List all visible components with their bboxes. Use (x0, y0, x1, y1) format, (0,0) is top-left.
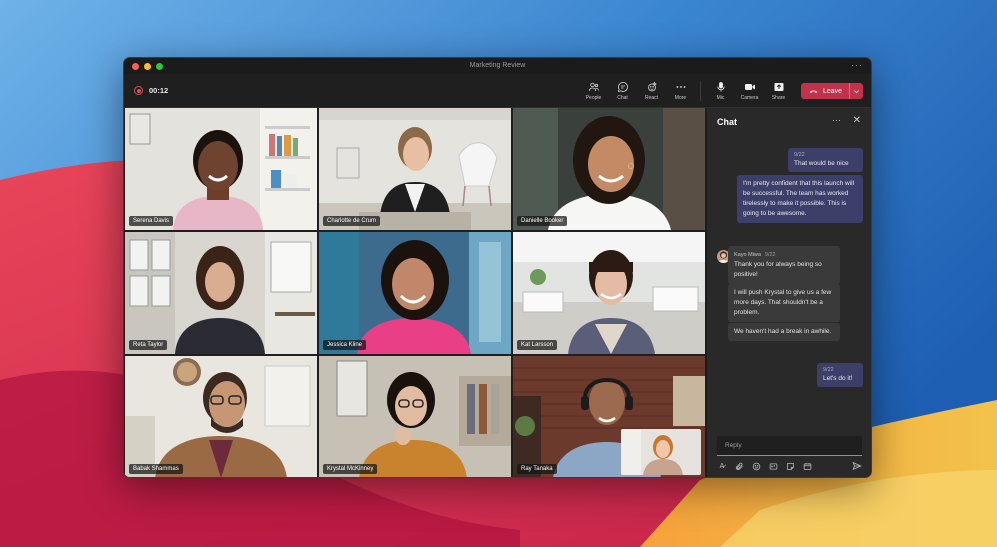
message-text: Let's do it! (823, 375, 853, 382)
emoji-icon[interactable] (751, 461, 761, 471)
chat-message: I will push Krystal to give us a few mor… (728, 284, 840, 322)
recording-icon (134, 86, 143, 95)
message-text: I'm pretty confident that this launch wi… (743, 180, 855, 217)
chat-icon (617, 82, 628, 93)
chat-panel: Chat ··· ✕ 9/22 That would be nice I'm p… (706, 108, 871, 477)
participant-tile[interactable]: Reta Taylor (125, 232, 317, 354)
chat-header: Chat ··· ✕ (707, 108, 871, 136)
video-feed (125, 232, 317, 354)
chat-message: We haven't had a break in awhile. (728, 323, 840, 341)
share-button[interactable]: Share (764, 81, 793, 101)
participant-tile[interactable]: Babak Shammas (125, 356, 317, 477)
close-icon[interactable]: ✕ (853, 115, 861, 126)
chat-title: Chat (717, 117, 737, 127)
leave-button[interactable]: Leave (801, 83, 863, 99)
participant-tile[interactable]: Serena Davis (125, 108, 317, 230)
more-icon (676, 86, 685, 88)
self-view-video[interactable] (621, 429, 701, 475)
message-text: Thank you for always being so positive! (734, 261, 822, 278)
video-feed (513, 108, 705, 230)
mic-label: Mic (716, 95, 725, 101)
video-feed (319, 108, 511, 230)
camera-icon (744, 84, 755, 90)
schedule-icon[interactable] (802, 461, 812, 471)
participant-name: Reta Taylor (129, 340, 168, 350)
react-button[interactable]: React (637, 81, 666, 101)
sticker-icon[interactable] (785, 461, 795, 471)
compose-toolbar: A̷ (717, 460, 862, 472)
chat-label: Chat (617, 95, 628, 101)
meeting-controls: People Chat React More Mic Camera Share … (579, 74, 863, 108)
more-options-icon[interactable]: ··· (851, 60, 863, 70)
title-bar: Marketing Review ··· (124, 58, 871, 74)
video-feed (319, 232, 511, 354)
participant-name: Charlotte de Crum (323, 216, 381, 226)
leave-label: Leave (823, 87, 843, 95)
camera-label: Camera (740, 95, 759, 101)
message-header: Kayo Miwa 9/22 (734, 250, 834, 260)
chat-button[interactable]: Chat (608, 81, 637, 101)
chat-message: 9/22 Let's do it! (817, 363, 863, 387)
chevron-down-icon (854, 89, 859, 93)
participant-name: Danielle Booker (517, 216, 568, 226)
participant-tile[interactable]: Jessica Kline (319, 232, 511, 354)
share-label: Share (771, 95, 786, 101)
participant-tile[interactable]: Danielle Booker (513, 108, 705, 230)
message-time: 9/22 (823, 367, 834, 373)
participant-tile[interactable]: Charlotte de Crum (319, 108, 511, 230)
send-icon[interactable] (852, 461, 862, 471)
participant-name: Krystal McKinney (323, 464, 378, 474)
message-time: 9/22 (794, 152, 805, 158)
camera-button[interactable]: Camera (735, 81, 764, 101)
message-text: That would be nice (794, 160, 849, 167)
chat-more-icon[interactable]: ··· (832, 115, 841, 125)
leave-options-button[interactable] (849, 83, 863, 99)
video-feed (319, 356, 511, 477)
mic-icon (716, 82, 725, 92)
people-label: People (585, 95, 602, 101)
gif-icon[interactable] (768, 461, 778, 471)
video-feed (125, 356, 317, 477)
window-title: Marketing Review (469, 62, 526, 69)
participant-name: Kat Larsson (517, 340, 558, 350)
reply-placeholder: Reply (725, 442, 742, 449)
reply-input[interactable]: Reply (717, 436, 862, 456)
teams-meeting-window: Marketing Review ··· 00:12 People Chat R… (123, 57, 872, 478)
sender-name: Kayo Miwa (734, 252, 761, 258)
mic-button[interactable]: Mic (706, 81, 735, 101)
toolbar-divider (700, 81, 701, 101)
people-button[interactable]: People (579, 81, 608, 101)
participant-tile[interactable]: Kat Larsson (513, 232, 705, 354)
participant-name: Babak Shammas (129, 464, 183, 474)
participant-name: Ray Tanaka (517, 464, 557, 474)
share-icon (774, 83, 783, 91)
message-text: I will push Krystal to give us a few mor… (734, 289, 832, 316)
participant-tile[interactable]: Krystal McKinney (319, 356, 511, 477)
leave-main[interactable]: Leave (801, 87, 849, 96)
participant-tile[interactable]: Ray Tanaka (513, 356, 705, 477)
format-icon[interactable]: A̷ (717, 461, 727, 471)
video-feed (513, 232, 705, 354)
video-feed (125, 108, 317, 230)
hang-up-icon (809, 89, 818, 93)
chat-message: Kayo Miwa 9/22 Thank you for always being… (728, 246, 840, 284)
participant-name: Serena Davis (129, 216, 174, 226)
participant-name: Jessica Kline (323, 340, 367, 350)
meeting-toolbar: 00:12 People Chat React More Mic Camera … (124, 74, 871, 108)
people-icon (588, 82, 599, 92)
more-button[interactable]: More (666, 81, 695, 101)
attach-icon[interactable] (734, 461, 744, 471)
meeting-timer: 00:12 (134, 86, 168, 95)
video-grid: Serena Davis Charlotte de Crum Danielle … (125, 108, 705, 477)
message-time: 9/22 (764, 252, 776, 258)
chat-message: I'm pretty confident that this launch wi… (737, 175, 863, 223)
more-label: More (674, 95, 687, 101)
message-text: We haven't had a break in awhile. (734, 328, 832, 335)
react-label: React (644, 95, 659, 101)
timer-text: 00:12 (149, 86, 169, 95)
react-icon (647, 81, 657, 92)
chat-message: 9/22 That would be nice (788, 148, 863, 172)
